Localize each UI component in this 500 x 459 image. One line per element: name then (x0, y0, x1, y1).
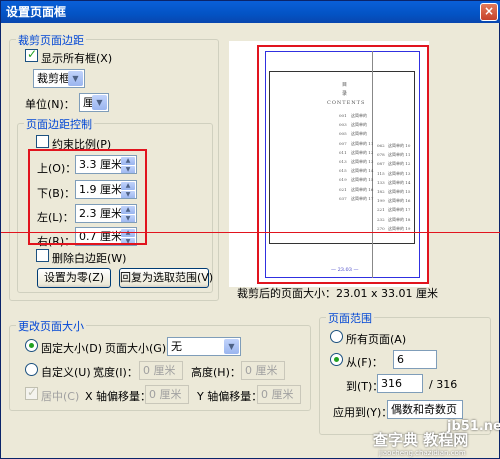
chevron-down-icon[interactable]: ▼ (92, 95, 107, 110)
x-offset-value: 0 厘米 (149, 388, 182, 401)
height-label: 高度(H)： (191, 366, 241, 379)
from-page-input[interactable]: 6 (393, 350, 437, 369)
preview-highlight-box (257, 45, 429, 284)
to-page-value: 316 (381, 377, 402, 390)
y-offset-input[interactable]: 0 厘米 (257, 385, 301, 404)
title-bar: 设置页面框 × (1, 1, 500, 23)
crop-margins-legend: 裁剪页面边距 (16, 32, 86, 48)
width-label: 宽度(I)： (93, 366, 138, 379)
margin-highlight-box (28, 149, 147, 245)
cropped-size-caption: 裁剪后的页面大小：23.01 x 33.01 厘米 (237, 287, 438, 300)
chevron-down-icon[interactable]: ▼ (224, 339, 239, 354)
y-offset-label: Y 轴偏移量： (197, 390, 263, 403)
remove-white-margins-checkbox[interactable] (36, 249, 49, 262)
all-pages-label[interactable]: 所有页面(A) (346, 331, 406, 347)
custom-size-radio[interactable] (25, 363, 38, 376)
center-checkbox[interactable] (25, 385, 38, 400)
set-to-zero-button[interactable]: 设置为零(Z) (37, 268, 111, 288)
x-offset-label: X 轴偏移量： (85, 390, 152, 403)
watermark-domain: jb51.net (447, 419, 500, 434)
custom-size-label[interactable]: 自定义(U) (41, 364, 91, 380)
apply-to-select[interactable]: 偶数和奇数页 (387, 400, 463, 419)
all-pages-radio[interactable] (330, 330, 343, 343)
center-label[interactable]: 居中(C) (41, 388, 79, 404)
units-label: 单位(N)： (25, 98, 75, 111)
watermark-url: jiaocheng.chazidian.com (379, 449, 466, 457)
close-button[interactable]: × (480, 3, 498, 21)
chevron-down-icon[interactable]: ▼ (68, 71, 83, 86)
fixed-size-label[interactable]: 固定大小(D) (41, 340, 102, 356)
from-label[interactable]: 从(F)： (346, 354, 383, 370)
units-select[interactable]: 厘米 ▼ (79, 93, 109, 112)
from-page-value: 6 (397, 353, 404, 366)
constrain-proportions-checkbox[interactable] (36, 135, 49, 148)
total-pages-label: / 316 (429, 378, 458, 391)
fixed-size-radio[interactable] (25, 339, 38, 352)
remove-white-margins-label[interactable]: 删除白边距(W) (52, 250, 126, 266)
width-value: 0 厘米 (143, 364, 176, 377)
x-offset-input[interactable]: 0 厘米 (145, 385, 189, 404)
height-value: 0 厘米 (245, 364, 278, 377)
margin-control-legend: 页面边距控制 (24, 116, 94, 132)
annotation-red-line (1, 232, 500, 233)
box-type-value: 裁剪框 (37, 72, 70, 85)
box-type-select[interactable]: 裁剪框 ▼ (33, 69, 85, 88)
page-range-legend: 页面范围 (326, 310, 374, 326)
show-all-boxes-label[interactable]: 显示所有框(X) (41, 50, 112, 66)
page-range-radio[interactable] (330, 353, 343, 366)
window-title: 设置页面框 (6, 5, 67, 19)
page-size-select[interactable]: 无 ▼ (167, 337, 241, 356)
apply-to-label: 应用到(Y)： (333, 406, 393, 419)
y-offset-value: 0 厘米 (261, 388, 294, 401)
height-input[interactable]: 0 厘米 (241, 361, 285, 380)
width-input[interactable]: 0 厘米 (139, 361, 183, 380)
page-size-value: 无 (171, 340, 182, 353)
show-all-boxes-checkbox[interactable] (25, 47, 38, 62)
revert-to-selection-button[interactable]: 回复为选取范围(V) (119, 268, 213, 288)
page-size-legend: 更改页面大小 (16, 318, 86, 334)
to-page-input[interactable]: 316 (377, 374, 423, 393)
dialog-window: 设置页面框 × 裁剪页面边距 显示所有框(X) 裁剪框 ▼ 单位(N)： 厘米 … (0, 0, 500, 459)
apply-to-value: 偶数和奇数页 (391, 403, 457, 416)
